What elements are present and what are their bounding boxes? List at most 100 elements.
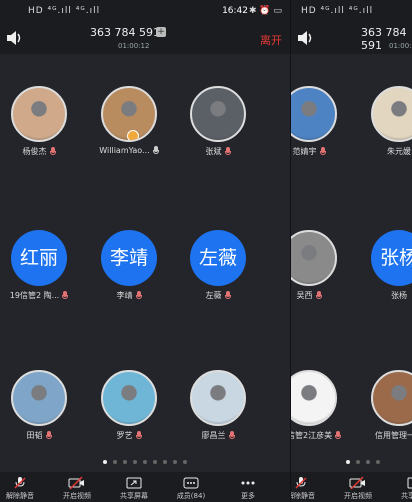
- meeting-screen-right: HD ⁴ᴳ.ıll ⁴ᴳ.ıll 363 784 591 01:00:12 范婧…: [290, 0, 412, 502]
- more-icon: [218, 476, 278, 490]
- meeting-timer: 01:00:12: [118, 42, 150, 50]
- participant-name: 廖昌兰: [201, 431, 226, 440]
- bottom-toolbar-right: 解除静音 开启视频 共享屏幕: [291, 472, 412, 502]
- participant-name: 张杨: [391, 291, 407, 300]
- video-off-icon: [328, 476, 388, 490]
- page-dot[interactable]: [103, 460, 107, 464]
- participant-tile[interactable]: 朱元媛: [354, 86, 412, 157]
- leave-button[interactable]: 离开: [260, 32, 282, 48]
- mic-muted-icon: [291, 476, 331, 490]
- avatar: [371, 370, 412, 426]
- toolbar-label: 更多: [241, 492, 255, 500]
- members-icon: [161, 476, 221, 490]
- avatar: [101, 86, 157, 142]
- page-dot[interactable]: [113, 460, 117, 464]
- toolbar-label: 共享屏幕: [120, 492, 148, 500]
- toolbar-label: 开启视频: [63, 492, 91, 500]
- mic-muted-icon: [315, 291, 322, 300]
- participant-name: 19信管2 陶...: [9, 291, 60, 300]
- participant-name-row: 19信管2江彦美: [291, 430, 354, 441]
- page-dot[interactable]: [366, 460, 370, 464]
- avatar: [101, 370, 157, 426]
- participant-name-row: 田韬: [0, 430, 84, 441]
- speaker-icon-right[interactable]: [297, 31, 313, 45]
- mic-muted-icon: [135, 291, 142, 300]
- participant-tile[interactable]: 张斌: [173, 86, 263, 157]
- page-dot[interactable]: [163, 460, 167, 464]
- mic-muted-icon: [45, 431, 52, 440]
- participant-tile[interactable]: 罗艺: [84, 370, 174, 441]
- page-indicator-right: [343, 460, 412, 464]
- speaker-icon[interactable]: [6, 31, 22, 45]
- avatar: 红丽: [11, 230, 67, 286]
- mic-icon: [152, 146, 159, 155]
- toolbar-button-mic-muted[interactable]: 解除静音: [0, 476, 50, 501]
- page-dot[interactable]: [153, 460, 157, 464]
- participant-tile[interactable]: 杨俊杰: [0, 86, 84, 157]
- participant-name: WilliamYao...: [99, 146, 150, 155]
- participant-name: 19信管2江彦美: [291, 431, 333, 440]
- participant-name: 李靖: [116, 291, 133, 300]
- meeting-id: 363 784 591: [90, 26, 160, 39]
- mic-muted-icon: [319, 147, 326, 156]
- participant-tile[interactable]: 吴西: [291, 230, 354, 301]
- participant-tile[interactable]: 左薇 左薇: [173, 230, 263, 301]
- page-dot[interactable]: [346, 460, 350, 464]
- participant-name-row: 廖昌兰: [173, 430, 263, 441]
- participant-tile[interactable]: WilliamYao...: [84, 86, 174, 155]
- page-dot[interactable]: [143, 460, 147, 464]
- participant-name: 范婧宇: [292, 147, 317, 156]
- meeting-header-right: 363 784 591 01:00:12: [291, 22, 412, 54]
- clock: 16:42: [222, 6, 248, 16]
- signal-icons: HD ⁴ᴳ.ıll ⁴ᴳ.ıll: [28, 6, 101, 16]
- meeting-timer-right: 01:00:12: [389, 42, 412, 50]
- toolbar-button-more[interactable]: 更多: [218, 476, 278, 501]
- participant-tile[interactable]: 范婧宇: [291, 86, 354, 157]
- participant-name: 吴西: [296, 291, 313, 300]
- page-dot[interactable]: [123, 460, 127, 464]
- status-bar-right: HD ⁴ᴳ.ıll ⁴ᴳ.ıll: [291, 0, 412, 22]
- page-indicator: [0, 460, 290, 464]
- copy-id-icon[interactable]: +: [156, 27, 166, 37]
- participant-name-row: 李靖: [84, 290, 174, 301]
- participant-tile[interactable]: 红丽 19信管2 陶...: [0, 230, 84, 301]
- avatar: 李靖: [101, 230, 157, 286]
- participant-tile[interactable]: 张杨张杨: [354, 230, 412, 301]
- avatar: [11, 370, 67, 426]
- toolbar-button-members[interactable]: 成员(84): [161, 476, 221, 501]
- participant-tile[interactable]: 19信管2江彦美: [291, 370, 354, 441]
- toolbar-label: 成员(84): [176, 492, 206, 500]
- participant-name-row: WilliamYao...: [84, 146, 174, 155]
- status-icons: ✱ ⏰ ▭: [249, 6, 282, 16]
- page-dot[interactable]: [183, 460, 187, 464]
- participant-name-row: 杨俊杰: [0, 146, 84, 157]
- mic-muted-icon: [224, 147, 231, 156]
- page-dot[interactable]: [133, 460, 137, 464]
- toolbar-button-video-off[interactable]: 开启视频: [328, 476, 388, 501]
- participant-name-row: 19信管2 陶...: [0, 290, 84, 301]
- participant-name-row: 左薇: [173, 290, 263, 301]
- status-bar: HD ⁴ᴳ.ıll ⁴ᴳ.ıll ✱ ⏰ ▭ 16:42: [0, 0, 322, 22]
- participant-name-row: 张斌: [173, 146, 263, 157]
- page-dot[interactable]: [356, 460, 360, 464]
- participant-name: 田韬: [26, 431, 43, 440]
- participant-name: 杨俊杰: [22, 147, 47, 156]
- participant-tile[interactable]: 信用管理一班: [354, 370, 412, 441]
- toolbar-button-video-off[interactable]: 开启视频: [47, 476, 107, 501]
- toolbar-button-share-screen[interactable]: 共享屏幕: [104, 476, 164, 501]
- share-screen-icon: [104, 476, 164, 490]
- meeting-header: 363 784 591 + 01:00:12 离开: [0, 22, 322, 54]
- toolbar-label: 解除静音: [6, 492, 34, 500]
- mic-muted-icon: [0, 476, 50, 490]
- page-dot[interactable]: [173, 460, 177, 464]
- toolbar-label: 解除静音: [291, 492, 315, 500]
- participant-name-row: 范婧宇: [291, 146, 354, 157]
- participant-tile[interactable]: 廖昌兰: [173, 370, 263, 441]
- toolbar-button-share-screen[interactable]: 共享屏幕: [385, 476, 412, 501]
- participant-tile[interactable]: 李靖 李靖: [84, 230, 174, 301]
- mic-muted-icon: [135, 431, 142, 440]
- participant-tile[interactable]: 田韬: [0, 370, 84, 441]
- page-dot[interactable]: [376, 460, 380, 464]
- toolbar-button-mic-muted[interactable]: 解除静音: [291, 476, 331, 501]
- meeting-screen-left: HD ⁴ᴳ.ıll ⁴ᴳ.ıll ✱ ⏰ ▭ 16:42 363 784 591…: [0, 0, 322, 502]
